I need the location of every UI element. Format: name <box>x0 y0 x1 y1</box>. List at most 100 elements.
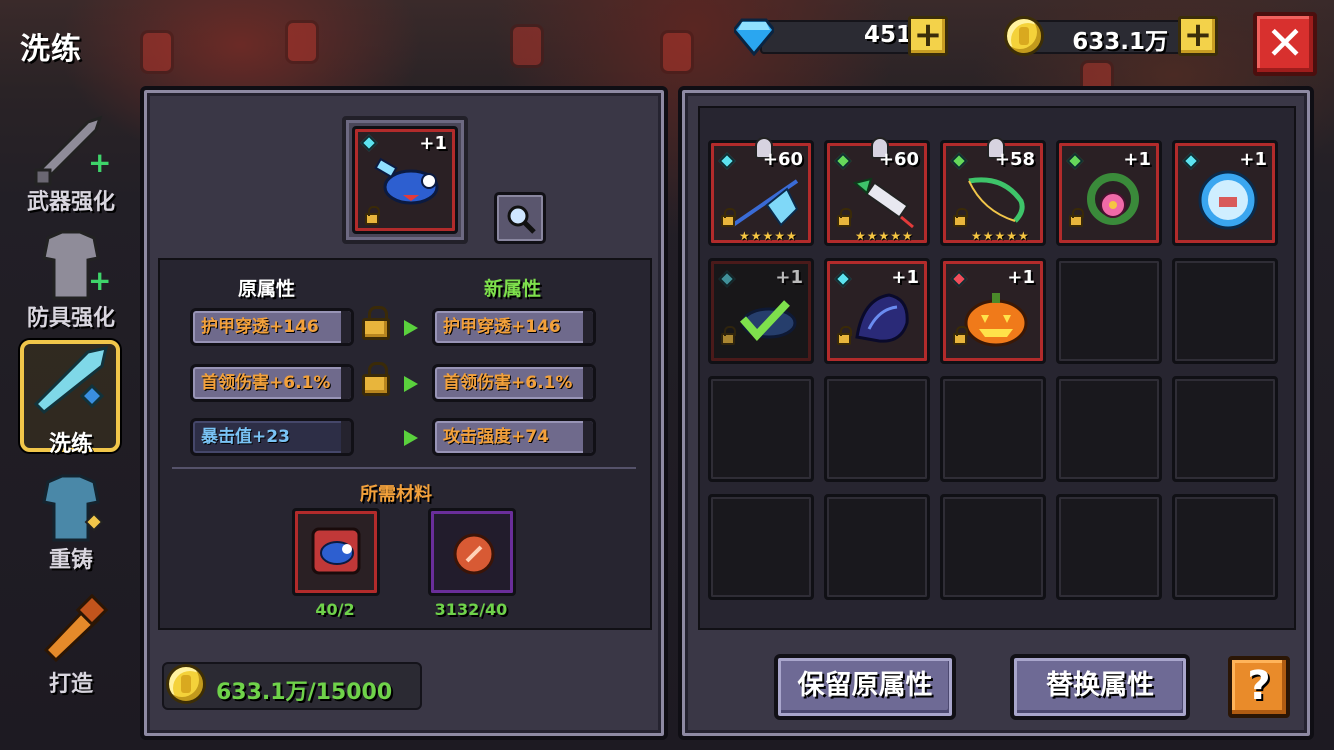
gem-amount: 4513 <box>863 22 928 48</box>
nav-label: 防具强化 <box>26 306 115 331</box>
empty-slot <box>1056 376 1162 482</box>
lock-icon <box>953 208 968 227</box>
selected-item-slot[interactable]: +1 <box>352 126 458 234</box>
nav-refine[interactable]: 洗练 <box>16 340 126 457</box>
gem-icon <box>1066 152 1084 170</box>
ice-bow-icon <box>731 179 799 227</box>
svg-text:+: + <box>88 146 111 179</box>
arrow-right-icon <box>404 376 418 392</box>
material-slot-stone[interactable] <box>428 508 516 596</box>
inventory-slot[interactable]: +58 ★★★★★ <box>940 137 1046 246</box>
gem-currency: 4513 + <box>734 14 950 58</box>
lock-icon <box>953 326 968 345</box>
lantern-decoration <box>660 30 694 74</box>
gold-currency: 633.1万 + <box>1004 14 1220 58</box>
close-button[interactable]: ✕ <box>1253 12 1317 76</box>
gold-coin-icon <box>1004 16 1044 56</box>
empty-slot <box>708 494 814 600</box>
shadow-claw-icon <box>855 293 909 343</box>
gold-amount: 633.1万 <box>1072 29 1168 55</box>
nav-label: 打造 <box>48 672 93 697</box>
item-level: +60 <box>878 149 919 170</box>
item-level: +1 <box>891 267 919 288</box>
hammer-icon <box>43 594 109 663</box>
inventory-slot-equipped[interactable]: +1 <box>708 258 814 364</box>
material-count-1: 40/2 <box>315 600 355 619</box>
lock-icon <box>837 208 852 227</box>
attribute-text: 攻击强度+74 <box>443 427 549 447</box>
inventory-slot[interactable]: +60 ★★★★★ <box>824 137 930 246</box>
inspect-button[interactable] <box>494 192 546 244</box>
material-count-2: 3132/40 <box>434 600 508 619</box>
item-level: +1 <box>419 133 447 154</box>
lock-icon <box>1069 208 1084 227</box>
nav-reforge[interactable]: 重铸 <box>16 474 126 574</box>
inventory-slot[interactable]: +1 <box>1056 140 1162 246</box>
empty-slot <box>1172 494 1278 600</box>
item-stars: ★★★★★ <box>855 229 914 243</box>
lock-icon <box>365 206 380 225</box>
empty-slot <box>1056 258 1162 364</box>
lock-icon <box>721 208 736 227</box>
new-attribute-2: 首领伤害+6.1% <box>432 364 596 402</box>
attribute-text: 护甲穿透+146 <box>201 317 319 337</box>
gem-icon <box>834 152 852 170</box>
pumpkin-icon <box>964 293 1028 347</box>
thorn-bow-icon <box>968 177 1025 223</box>
item-level: +1 <box>1007 267 1035 288</box>
inventory-slot[interactable]: +1 <box>824 258 930 364</box>
lock-icon <box>721 326 736 345</box>
new-attribute-3: 攻击强度+74 <box>432 418 596 456</box>
empty-slot <box>708 376 814 482</box>
attribute-text: 暴击值+23 <box>201 427 290 447</box>
attribute-lock-toggle[interactable] <box>362 306 390 340</box>
lock-icon <box>837 326 852 345</box>
attribute-text: 护甲穿透+146 <box>443 317 561 337</box>
new-attribute-1: 护甲穿透+146 <box>432 308 596 346</box>
gem-icon <box>950 270 968 288</box>
old-attribute-2: 首领伤害+6.1% <box>190 364 354 402</box>
gem-icon <box>950 152 968 170</box>
material-slot-fish[interactable] <box>292 508 380 596</box>
arrow-right-icon <box>404 320 418 336</box>
add-gems-button[interactable]: + <box>908 16 948 56</box>
gem-icon <box>834 270 852 288</box>
nav-craft[interactable]: 打造 <box>16 594 126 697</box>
new-attributes-header: 新属性 <box>484 278 542 300</box>
lantern-decoration <box>140 30 174 74</box>
nav-armor-enhance[interactable]: + 防具强化 <box>16 228 126 331</box>
nav-label: 重铸 <box>48 548 93 573</box>
empty-slot <box>940 376 1046 482</box>
replace-attributes-button[interactable]: 替换属性 <box>1010 654 1190 720</box>
lantern-decoration <box>285 20 319 64</box>
old-attribute-3[interactable]: 暴击值+23 <box>190 418 354 456</box>
divider <box>172 467 636 469</box>
diamond-icon <box>734 18 774 56</box>
attribute-lock-toggle[interactable] <box>362 362 390 396</box>
nav-weapon-enhance[interactable]: + 武器强化 <box>16 112 126 215</box>
help-button[interactable]: ? <box>1228 656 1290 718</box>
inventory-slot[interactable]: +1 <box>940 258 1046 364</box>
nav-label: 洗练 <box>48 432 93 457</box>
inventory-slot[interactable]: +60 ★★★★★ <box>708 137 814 246</box>
lantern-decoration <box>510 24 544 68</box>
svg-text:+: + <box>88 264 111 297</box>
item-level: +58 <box>994 149 1035 170</box>
inventory-slot[interactable]: +1 <box>1172 140 1278 246</box>
flower-wreath-icon <box>1087 173 1139 225</box>
item-level: +60 <box>762 149 803 170</box>
sword-icon: + <box>34 115 111 186</box>
fish-weapon-icon <box>374 157 439 205</box>
old-attribute-1: 护甲穿透+146 <box>190 308 354 346</box>
nav-label: 武器强化 <box>26 190 115 215</box>
attribute-text: 首领伤害+6.1% <box>201 373 331 393</box>
add-gold-button[interactable]: + <box>1178 16 1218 56</box>
snow-globe-icon <box>1198 170 1258 230</box>
gem-icon <box>360 134 378 152</box>
magnifier-icon <box>507 205 536 234</box>
fish-material-icon <box>311 527 361 575</box>
keep-original-button[interactable]: 保留原属性 <box>774 654 956 720</box>
equipped-fish-weapon-icon <box>739 300 797 341</box>
empty-slot <box>1172 376 1278 482</box>
gold-coin-icon <box>166 664 206 704</box>
